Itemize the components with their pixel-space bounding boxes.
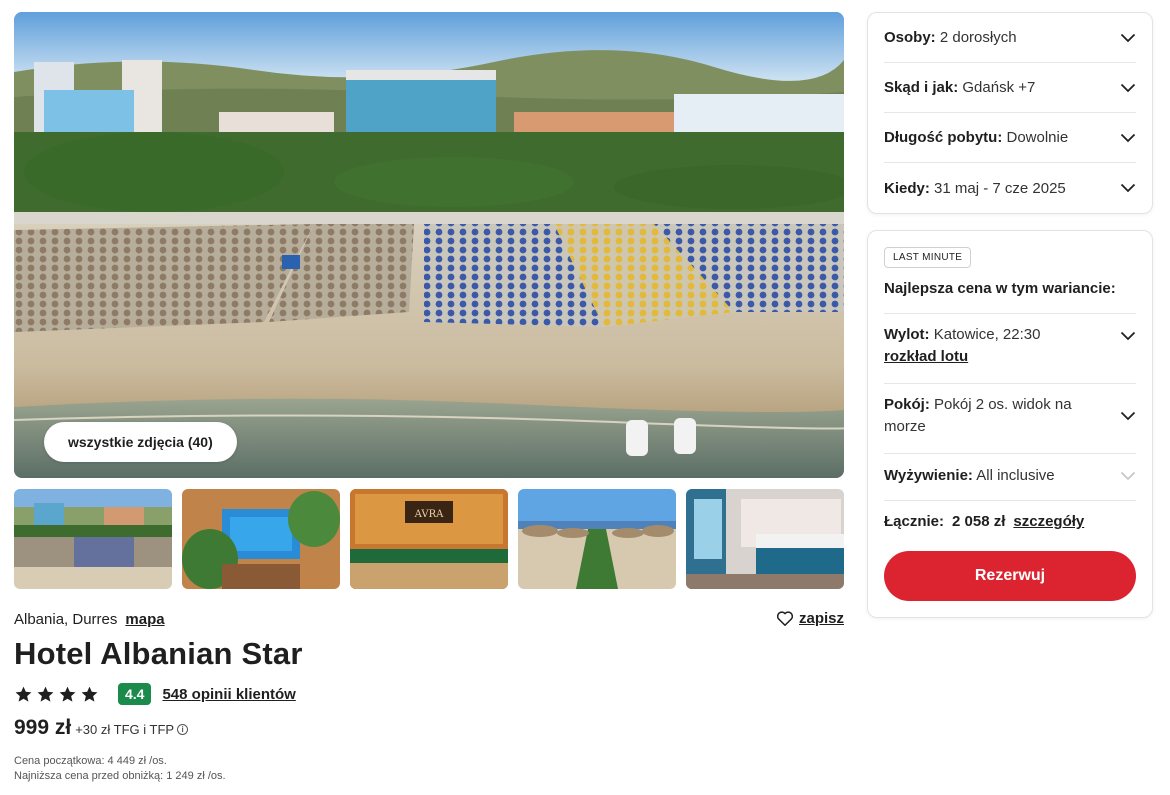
book-button[interactable]: Rezerwuj [884, 551, 1136, 601]
offer-board: Wyżywienie: All inclusive [884, 465, 1136, 487]
hotel-name: Hotel Albanian Star [14, 636, 303, 671]
chevron-down-icon [1120, 411, 1136, 421]
filter-people[interactable]: Osoby: 2 dorosłych [884, 13, 1136, 63]
search-filters-card: Osoby: 2 dorosłych Skąd i jak: Gdańsk +7… [867, 12, 1153, 214]
star-icon [37, 686, 54, 702]
rating-row: 4.4 548 opinii klientów [14, 682, 296, 706]
filter-dates-text: Kiedy: 31 maj - 7 cze 2025 [884, 179, 1066, 197]
thumbnail-beach-bar[interactable] [518, 489, 676, 589]
divider [884, 453, 1136, 454]
reviews-link[interactable]: 548 opinii klientów [162, 686, 295, 703]
flight-schedule-link[interactable]: rozkład lotu [884, 346, 1040, 368]
all-photos-button[interactable]: wszystkie zdjęcia (40) [44, 422, 237, 462]
start-price-note: Cena początkowa: 4 449 zł /os. [14, 755, 167, 767]
departure-text: Wylot: Katowice, 22:30 rozkład lotu [884, 324, 1040, 368]
save-button[interactable]: zapisz [776, 610, 844, 627]
filter-duration-text: Długość pobytu: Dowolnie [884, 129, 1069, 146]
hotel-location: Albania, Durres [14, 611, 118, 628]
thumbnail-room[interactable] [686, 489, 844, 589]
total-price-row: Łącznie: 2 058 zł szczegóły [884, 513, 1084, 530]
chevron-down-icon [1120, 331, 1136, 341]
offer-departure[interactable]: Wylot: Katowice, 22:30 rozkład lotu [884, 324, 1136, 368]
board-text: Wyżywienie: All inclusive [884, 467, 1055, 484]
price-extra-label: +30 zł TFG i TFP [75, 722, 175, 737]
lowest-price-note: Najniższa cena przed obniżką: 1 249 zł /… [14, 770, 226, 782]
star-icon [15, 686, 32, 702]
chevron-down-icon [1120, 83, 1136, 92]
beach-aerial-image [14, 12, 844, 478]
filter-dates[interactable]: Kiedy: 31 maj - 7 cze 2025 [884, 163, 1136, 213]
filter-people-text: Osoby: 2 dorosłych [884, 29, 1017, 46]
chevron-down-icon [1120, 133, 1136, 142]
score-badge: 4.4 [118, 683, 152, 705]
divider [884, 500, 1136, 501]
filter-duration[interactable]: Długość pobytu: Dowolnie [884, 113, 1136, 163]
thumbnail-strip: AVRA [14, 489, 844, 589]
price-extra-fees: +30 zł TFG i TFP i [75, 722, 189, 737]
hotel-star-rating [14, 685, 99, 704]
svg-text:AVRA: AVRA [414, 509, 444, 520]
price-row: 999 zł +30 zł TFG i TFP i [14, 716, 189, 740]
details-link[interactable]: szczegóły [1013, 513, 1084, 530]
chevron-down-icon [1120, 471, 1136, 481]
save-label: zapisz [798, 610, 844, 627]
room-text: Pokój: Pokój 2 os. widok na morze [884, 396, 1072, 435]
divider [884, 313, 1136, 314]
heart-icon [776, 611, 794, 626]
star-icon [81, 686, 98, 702]
best-price-heading: Najlepsza cena w tym wariancie: [884, 280, 1116, 297]
thumbnail-beach[interactable] [14, 489, 172, 589]
main-hotel-photo[interactable]: wszystkie zdjęcia (40) [14, 12, 844, 478]
offer-room[interactable]: Pokój: Pokój 2 os. widok na morze [884, 394, 1136, 438]
info-icon[interactable]: i [177, 724, 189, 735]
map-link[interactable]: mapa [125, 611, 164, 628]
price-per-person: 999 zł [14, 716, 72, 739]
location-row: Albania, Durres mapa [14, 611, 165, 628]
divider [884, 383, 1136, 384]
total-value: 2 058 zł [952, 513, 1006, 530]
last-minute-badge: LAST MINUTE [884, 247, 972, 268]
filter-departure[interactable]: Skąd i jak: Gdańsk +7 [884, 63, 1136, 113]
filter-departure-text: Skąd i jak: Gdańsk +7 [884, 79, 1036, 96]
chevron-down-icon [1120, 183, 1136, 193]
thumbnail-bar[interactable]: AVRA [350, 489, 508, 589]
thumbnail-pool[interactable] [182, 489, 340, 589]
star-icon [59, 686, 76, 702]
offer-card: LAST MINUTE Najlepsza cena w tym warianc… [867, 230, 1153, 618]
chevron-down-icon [1120, 33, 1136, 42]
total-label: Łącznie: [884, 513, 945, 530]
